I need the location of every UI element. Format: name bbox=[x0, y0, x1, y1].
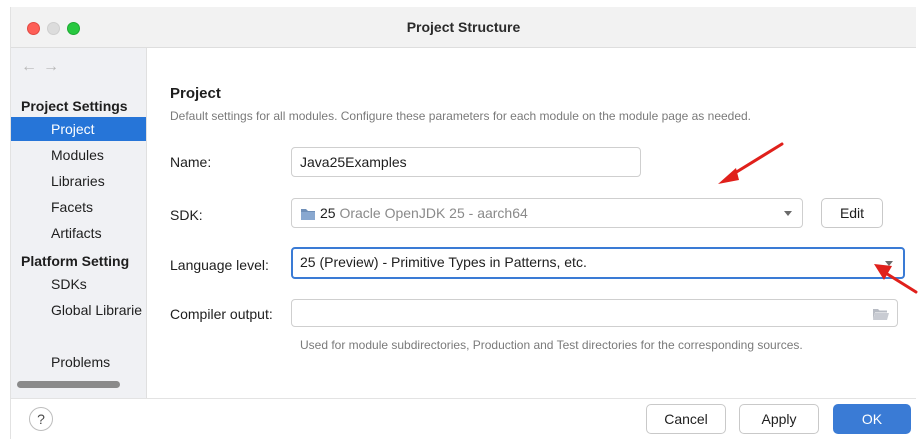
sidebar-header-project-settings: Project Settings bbox=[21, 98, 128, 114]
sidebar-header-platform-settings: Platform Setting bbox=[21, 253, 130, 269]
window-title: Project Structure bbox=[406, 19, 521, 35]
language-level-label: Language level: bbox=[170, 257, 269, 273]
sidebar-scrollbar[interactable] bbox=[17, 381, 120, 388]
apply-button[interactable]: Apply bbox=[739, 404, 819, 434]
compiler-output-hint: Used for module subdirectories, Producti… bbox=[300, 338, 803, 352]
forward-arrow-icon[interactable]: → bbox=[43, 58, 65, 75]
sidebar: ←→ Project Settings Project Modules Libr… bbox=[11, 48, 147, 398]
sdk-version: 25 bbox=[320, 205, 336, 221]
chevron-down-icon bbox=[784, 211, 792, 216]
sidebar-item-facets[interactable]: Facets bbox=[11, 195, 146, 219]
page-title: Project bbox=[170, 85, 221, 102]
compiler-output-label: Compiler output: bbox=[170, 306, 273, 322]
folder-open-icon[interactable] bbox=[873, 308, 889, 320]
back-arrow-icon[interactable]: ← bbox=[21, 58, 43, 75]
sidebar-item-artifacts[interactable]: Artifacts bbox=[11, 221, 146, 245]
sdk-folder-icon bbox=[301, 209, 315, 221]
dialog-footer: ? Cancel Apply OK bbox=[11, 398, 916, 439]
sdk-dropdown[interactable]: 25 Oracle OpenJDK 25 - aarch64 bbox=[291, 198, 803, 228]
help-icon[interactable]: ? bbox=[29, 407, 53, 431]
title-bar: Project Structure bbox=[11, 7, 916, 48]
name-label: Name: bbox=[170, 154, 212, 170]
project-settings-panel: Project Default settings for all modules… bbox=[147, 48, 916, 398]
nav-arrows: ←→ bbox=[21, 58, 65, 76]
chevron-down-icon bbox=[885, 261, 893, 266]
sidebar-item-global-libraries[interactable]: Global Librarie bbox=[11, 298, 146, 322]
sidebar-item-problems[interactable]: Problems bbox=[11, 350, 146, 374]
cancel-button[interactable]: Cancel bbox=[646, 404, 726, 434]
sidebar-item-libraries[interactable]: Libraries bbox=[11, 169, 146, 193]
sidebar-item-sdks[interactable]: SDKs bbox=[11, 272, 146, 296]
sidebar-item-project[interactable]: Project bbox=[11, 117, 146, 141]
sidebar-item-modules[interactable]: Modules bbox=[11, 143, 146, 167]
ok-button[interactable]: OK bbox=[833, 404, 911, 434]
sdk-label: SDK: bbox=[170, 207, 203, 223]
language-level-value: 25 (Preview) - Primitive Types in Patter… bbox=[300, 254, 587, 270]
language-level-dropdown[interactable]: 25 (Preview) - Primitive Types in Patter… bbox=[291, 247, 905, 279]
page-description: Default settings for all modules. Config… bbox=[170, 109, 752, 123]
sdk-name: Oracle OpenJDK 25 - aarch64 bbox=[339, 205, 528, 221]
sdk-edit-button[interactable]: Edit bbox=[821, 198, 883, 228]
compiler-output-input[interactable] bbox=[291, 299, 898, 327]
name-input[interactable]: Java25Examples bbox=[291, 147, 641, 177]
project-structure-dialog: Project Structure ←→ Project Settings Pr… bbox=[10, 7, 916, 439]
